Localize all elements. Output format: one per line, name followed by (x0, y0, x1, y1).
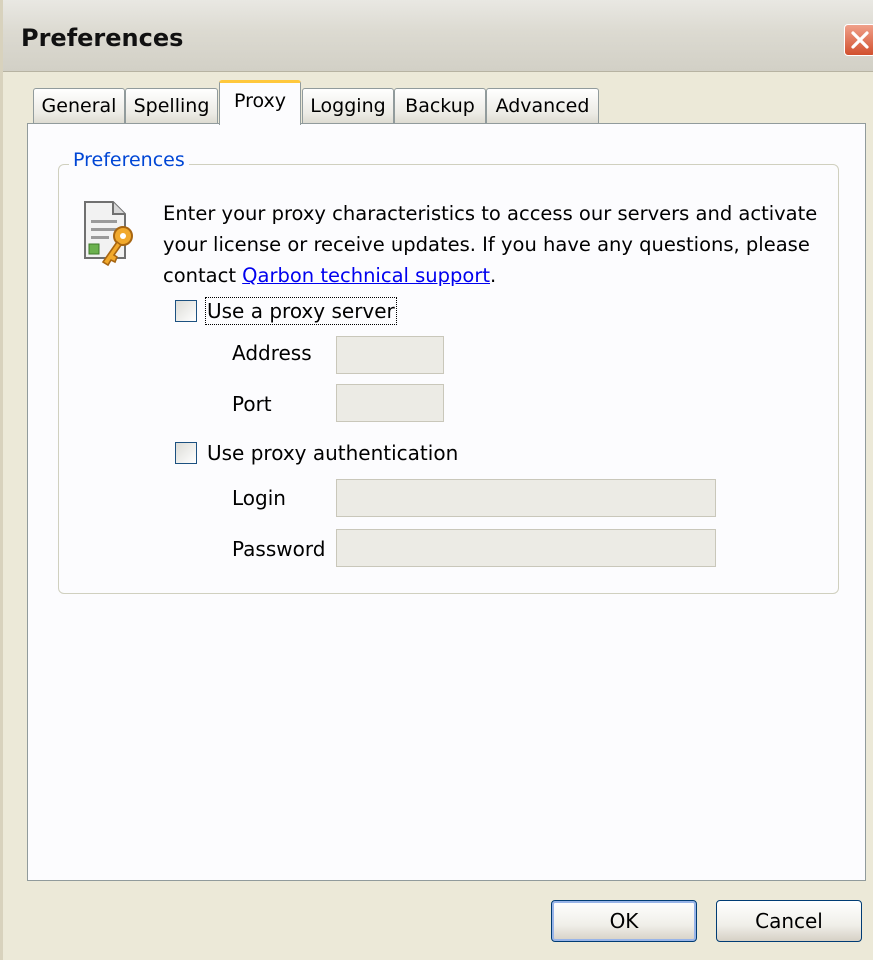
close-button[interactable] (844, 24, 873, 56)
tab-proxy[interactable]: Proxy (219, 80, 301, 125)
address-field[interactable] (336, 336, 444, 374)
window-title: Preferences (21, 24, 184, 52)
use-auth-checkbox[interactable] (175, 442, 197, 464)
use-auth-label[interactable]: Use proxy authentication (207, 441, 458, 465)
document-key-icon (81, 200, 137, 268)
password-field[interactable] (336, 529, 716, 567)
ok-button[interactable]: OK (551, 900, 697, 942)
use-proxy-row: Use a proxy server (175, 297, 397, 325)
tab-spelling[interactable]: Spelling (125, 88, 218, 124)
cancel-button[interactable]: Cancel (716, 900, 862, 942)
port-label: Port (232, 392, 272, 416)
password-label: Password (232, 537, 326, 561)
preferences-group: Preferences Enter your proxy characteris… (58, 149, 839, 594)
technical-support-link[interactable]: Qarbon technical support (242, 264, 490, 287)
tab-advanced[interactable]: Advanced (486, 88, 599, 124)
use-proxy-checkbox[interactable] (175, 300, 197, 322)
login-field[interactable] (336, 479, 716, 517)
tab-backup[interactable]: Backup (394, 88, 486, 124)
port-field[interactable] (336, 384, 444, 422)
group-legend: Preferences (69, 149, 189, 171)
preferences-window: Preferences General Spelling Proxy Loggi… (0, 0, 873, 960)
proxy-tab-panel: Preferences Enter your proxy characteris… (27, 123, 866, 881)
address-label: Address (232, 341, 312, 365)
use-proxy-label[interactable]: Use a proxy server (205, 297, 397, 325)
title-bar: Preferences (3, 0, 873, 72)
tab-logging[interactable]: Logging (302, 88, 394, 124)
use-auth-row: Use proxy authentication (175, 441, 458, 465)
proxy-description: Enter your proxy characteristics to acce… (163, 202, 818, 287)
login-label: Login (232, 486, 286, 510)
close-icon (851, 31, 869, 49)
tab-general[interactable]: General (33, 88, 125, 124)
